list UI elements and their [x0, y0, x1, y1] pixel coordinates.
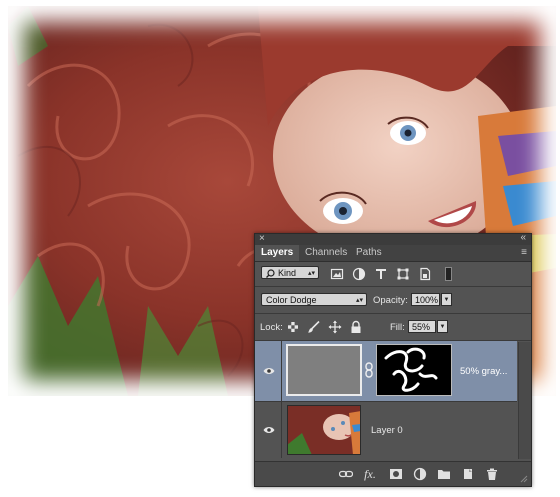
lock-all-icon[interactable]	[349, 320, 363, 334]
fx-icon[interactable]: fx.	[363, 467, 377, 481]
tab-paths[interactable]: Paths	[350, 245, 388, 261]
blend-row: Color Dodge ▴▾ Opacity: 100% ▼	[255, 287, 531, 313]
layers-panel: × « Layers Channels Paths ≡ Kind ▴▾ Colo…	[254, 232, 532, 487]
layer-thumbnail[interactable]	[286, 344, 362, 396]
close-icon[interactable]: ×	[259, 233, 265, 244]
filter-toggle[interactable]	[445, 267, 452, 281]
layer-name[interactable]: Layer 0	[371, 425, 403, 436]
layer-mask-thumbnail[interactable]	[376, 344, 452, 396]
eye-icon[interactable]	[263, 426, 275, 434]
opacity-input[interactable]: 100%	[411, 293, 440, 306]
lock-row: Lock: Fill: 55% ▼	[255, 314, 531, 340]
filter-kind-select[interactable]: Kind ▴▾	[261, 266, 319, 279]
fill-dropdown[interactable]: ▼	[437, 320, 448, 333]
chevron-updown-icon: ▴▾	[307, 270, 315, 277]
lock-transparent-icon[interactable]	[286, 320, 300, 334]
collapse-icon[interactable]: «	[520, 232, 526, 243]
lock-label: Lock:	[260, 322, 283, 333]
panel-titlebar[interactable]: × «	[255, 232, 531, 245]
filter-kind-label: Kind	[278, 268, 297, 278]
chevron-updown-icon: ▴▾	[355, 297, 363, 304]
tab-layers[interactable]: Layers	[255, 245, 300, 261]
blend-mode-select[interactable]: Color Dodge ▴▾	[261, 293, 367, 306]
blend-mode-value: Color Dodge	[266, 295, 317, 305]
layer-name[interactable]: 50% gray...	[460, 366, 507, 377]
resize-grip-icon[interactable]	[520, 475, 528, 483]
fill-input[interactable]: 55%	[408, 320, 436, 333]
mask-icon[interactable]	[389, 467, 403, 481]
shape-filter-icon[interactable]	[396, 267, 410, 281]
fill-label: Fill:	[390, 322, 405, 333]
adjustment-filter-icon[interactable]	[352, 267, 366, 281]
type-filter-icon[interactable]	[374, 267, 388, 281]
tab-channels[interactable]: Channels	[299, 245, 353, 261]
layer-thumbnail[interactable]	[287, 405, 361, 455]
layers-scrollbar[interactable]	[518, 342, 531, 459]
adjustment-icon[interactable]	[413, 467, 427, 481]
opacity-dropdown[interactable]: ▼	[441, 293, 452, 306]
eye-icon[interactable]	[263, 367, 275, 375]
link-chain-icon[interactable]	[365, 362, 373, 378]
filter-row: Kind ▴▾	[255, 262, 531, 286]
layer-row[interactable]: 50% gray...	[255, 341, 517, 401]
layer-row[interactable]: Layer 0	[255, 402, 517, 458]
lock-position-icon[interactable]	[328, 320, 342, 334]
link-icon[interactable]	[339, 467, 353, 481]
trash-icon[interactable]	[485, 467, 499, 481]
panel-bottom-bar: fx.	[255, 461, 531, 486]
folder-icon[interactable]	[437, 467, 451, 481]
lock-pixels-icon[interactable]	[307, 320, 321, 334]
divider	[281, 402, 282, 458]
pixel-filter-icon[interactable]	[330, 267, 344, 281]
panel-menu-icon[interactable]: ≡	[521, 247, 527, 258]
opacity-label: Opacity:	[373, 295, 408, 306]
divider	[281, 341, 282, 401]
smart-object-filter-icon[interactable]	[418, 267, 432, 281]
panel-tabs: Layers Channels Paths ≡	[255, 245, 531, 262]
new-layer-icon[interactable]	[461, 467, 475, 481]
search-icon	[266, 269, 275, 278]
